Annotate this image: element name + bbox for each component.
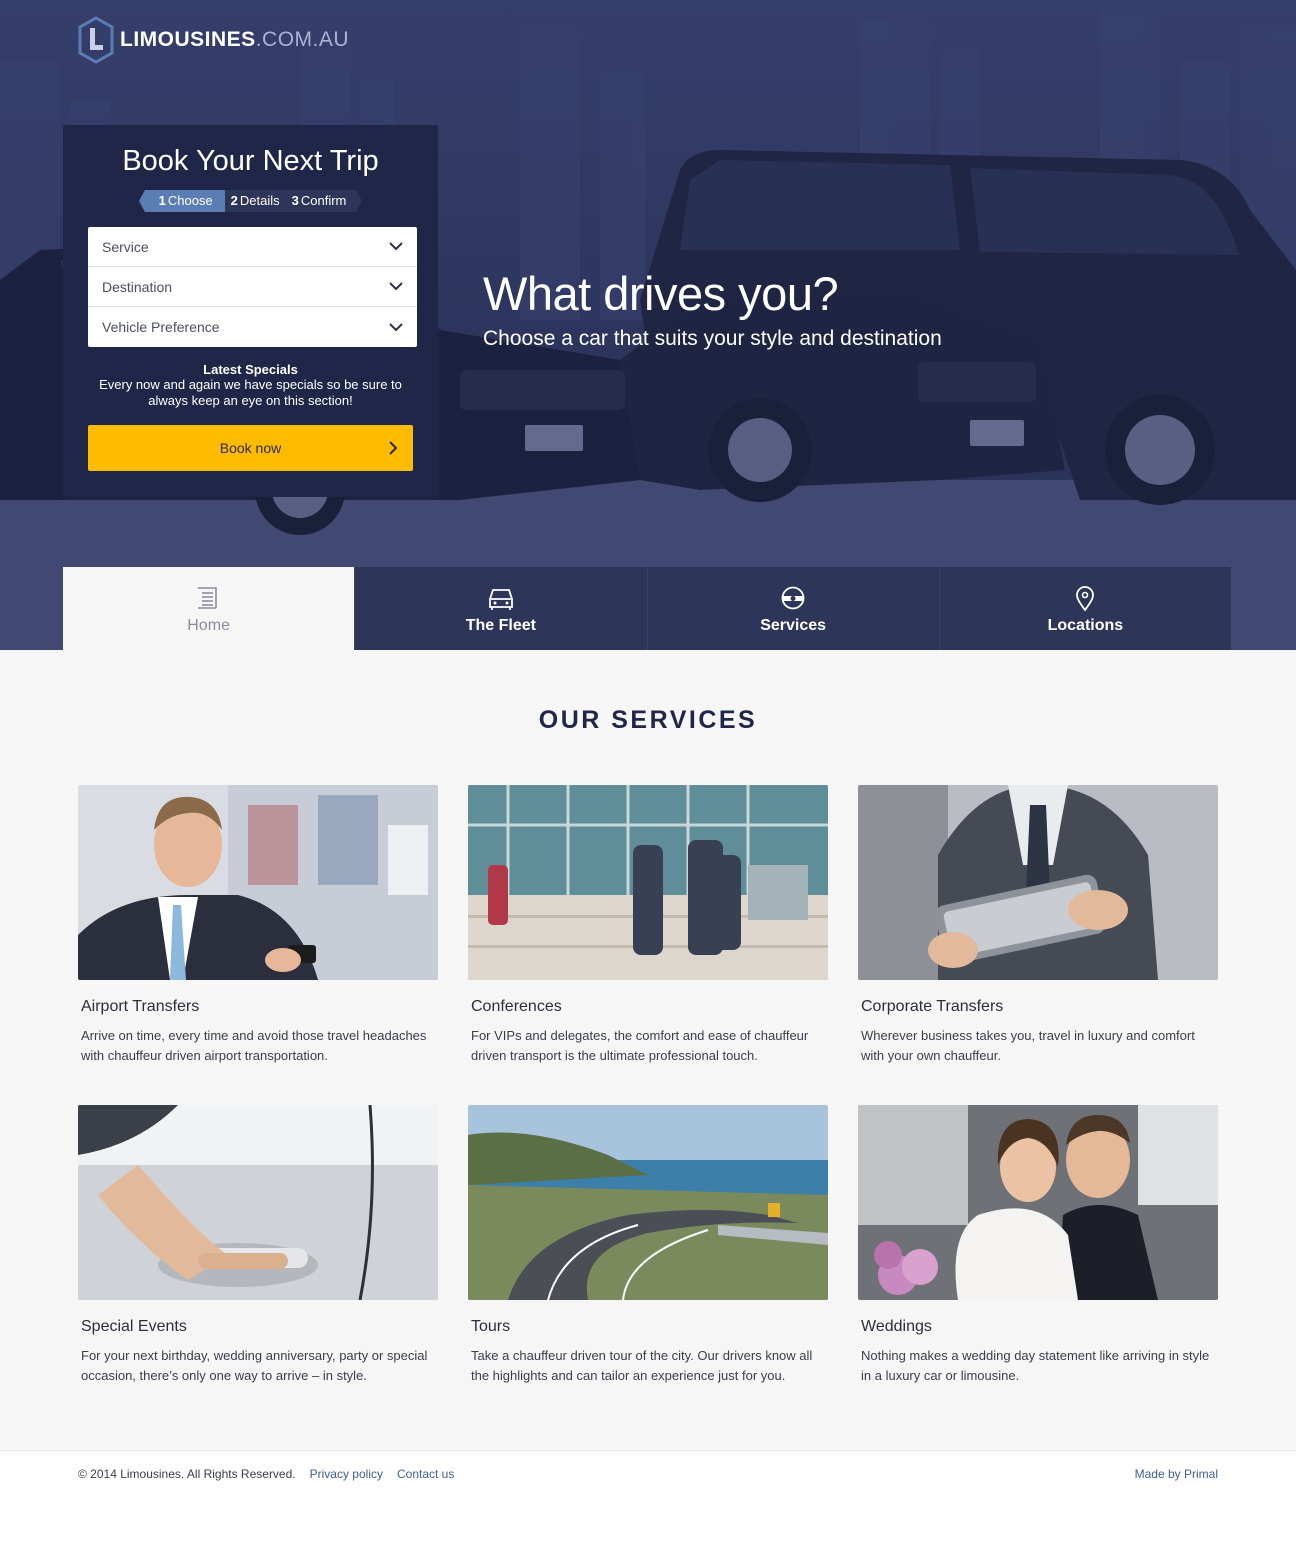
hero-title: What drives you? bbox=[483, 267, 839, 320]
step-number: 1 bbox=[158, 193, 166, 208]
list-icon bbox=[197, 587, 217, 609]
nav-label-the-fleet: The Fleet bbox=[465, 617, 536, 634]
service-description: Nothing makes a wedding day statement li… bbox=[861, 1348, 1210, 1383]
destination-select-value: Destination bbox=[102, 278, 173, 295]
step-label: Confirm bbox=[300, 193, 347, 208]
nav-item-the-fleet[interactable]: The Fleet bbox=[354, 567, 647, 650]
booking-panel: Book Your Next Trip 1 Choose 2 Details 3 Co… bbox=[63, 125, 438, 497]
step-number: 3 bbox=[291, 193, 299, 208]
hero-subtitle: Choose a car that suits your style and d… bbox=[483, 327, 942, 350]
service-select[interactable]: Service bbox=[88, 227, 417, 267]
service-name: Tours bbox=[471, 1318, 511, 1335]
specials-text: Every now and again we have specials so … bbox=[99, 377, 402, 408]
logo-hexagon-icon bbox=[78, 16, 114, 64]
service-name: Corporate Transfers bbox=[861, 998, 1004, 1015]
logo-text: LIMOUSINES.COM.AU bbox=[120, 28, 349, 52]
vehicle-preference-select[interactable]: Vehicle Preference bbox=[88, 307, 417, 347]
made-by-primal-link[interactable]: Made by Primal bbox=[1135, 1467, 1218, 1481]
specials-title: Latest Specials bbox=[203, 362, 298, 377]
steering-wheel-icon bbox=[781, 586, 805, 610]
chevron-down-icon bbox=[389, 242, 403, 251]
vehicle-preference-select-value: Vehicle Preference bbox=[102, 319, 220, 335]
service-name: Special Events bbox=[81, 1318, 187, 1335]
step-label: Details bbox=[239, 193, 280, 208]
weddings-image bbox=[858, 1105, 1218, 1300]
chevron-right-icon bbox=[389, 441, 397, 455]
destination-select[interactable]: Destination bbox=[88, 267, 417, 307]
copyright-text: © 2014 Limousines. All Rights Reserved. bbox=[78, 1467, 296, 1481]
service-description: Wherever business takes you, travel in l… bbox=[861, 1028, 1195, 1063]
chevron-down-icon bbox=[389, 322, 403, 331]
corporate-transfers-image bbox=[858, 785, 1218, 980]
service-select-value: Service bbox=[102, 238, 149, 255]
service-card-corporate-transfers[interactable]: Corporate Transfers Wherever business ta… bbox=[858, 785, 1218, 1066]
chevron-down-icon bbox=[389, 282, 403, 291]
nav-item-locations[interactable]: Locations bbox=[938, 567, 1231, 650]
step-choose[interactable]: 1 Choose bbox=[138, 190, 231, 212]
airport-transfers-image bbox=[78, 785, 438, 980]
booking-selects: Service Destination Vehicle Preference bbox=[88, 227, 417, 347]
service-name: Airport Transfers bbox=[81, 998, 200, 1015]
nav-label-home: Home bbox=[187, 617, 230, 634]
service-name: Weddings bbox=[861, 1318, 932, 1335]
nav-label-services: Services bbox=[760, 617, 827, 634]
services-title: OUR SERVICES bbox=[538, 706, 758, 734]
hero: LIMOUSINES.COM.AU What drives you? Choos… bbox=[0, 0, 1296, 650]
brand-name: LIMOUSINES bbox=[120, 28, 256, 51]
tours-image bbox=[468, 1105, 828, 1300]
service-card-airport-transfers[interactable]: Airport Transfers Arrive on time, every … bbox=[78, 785, 438, 1066]
privacy-policy-link[interactable]: Privacy policy bbox=[310, 1467, 383, 1481]
step-label: Choose bbox=[167, 193, 213, 208]
service-description: Arrive on time, every time and avoid tho… bbox=[81, 1028, 427, 1063]
service-name: Conferences bbox=[471, 998, 562, 1015]
conferences-image bbox=[468, 785, 828, 980]
footer-left: © 2014 Limousines. All Rights Reserved. … bbox=[78, 1467, 454, 1481]
service-description: For your next birthday, wedding annivers… bbox=[81, 1348, 428, 1383]
brand-suffix: .COM.AU bbox=[255, 28, 350, 51]
service-description: For VIPs and delegates, the comfort and … bbox=[471, 1028, 809, 1063]
service-card-tours[interactable]: Tours Take a chauffeur driven tour of th… bbox=[468, 1105, 828, 1386]
service-card-special-events[interactable]: Special Events For your next birthday, w… bbox=[78, 1105, 438, 1386]
nav-label-locations: Locations bbox=[1047, 617, 1124, 634]
footer: © 2014 Limousines. All Rights Reserved. … bbox=[0, 1450, 1296, 1564]
service-card-weddings[interactable]: Weddings Nothing makes a wedding day sta… bbox=[858, 1105, 1218, 1386]
contact-us-link[interactable]: Contact us bbox=[397, 1467, 454, 1481]
main-nav: Home The Fleet Services Locations bbox=[63, 567, 1231, 650]
book-now-button[interactable]: Book now bbox=[88, 425, 413, 471]
service-card-conferences[interactable]: Conferences For VIPs and delegates, the … bbox=[468, 785, 828, 1066]
nav-item-home[interactable]: Home bbox=[63, 567, 355, 650]
latest-specials: Latest Specials Every now and again we h… bbox=[88, 362, 413, 409]
hero-headline: What drives you? Choose a car that suits… bbox=[483, 266, 1083, 351]
booking-title: Book Your Next Trip bbox=[122, 145, 379, 177]
service-description: Take a chauffeur driven tour of the city… bbox=[471, 1348, 813, 1383]
special-events-image bbox=[78, 1105, 438, 1300]
car-icon bbox=[488, 589, 513, 610]
logo[interactable]: LIMOUSINES.COM.AU bbox=[78, 16, 349, 64]
booking-steps: 1 Choose 2 Details 3 Confirm bbox=[63, 190, 438, 212]
step-number: 2 bbox=[230, 193, 238, 208]
step-details[interactable]: 2 Details bbox=[224, 190, 286, 212]
map-pin-icon bbox=[1076, 586, 1095, 611]
step-confirm[interactable]: 3 Confirm bbox=[285, 190, 363, 212]
book-now-label: Book now bbox=[219, 440, 282, 456]
nav-item-services[interactable]: Services bbox=[646, 567, 939, 650]
